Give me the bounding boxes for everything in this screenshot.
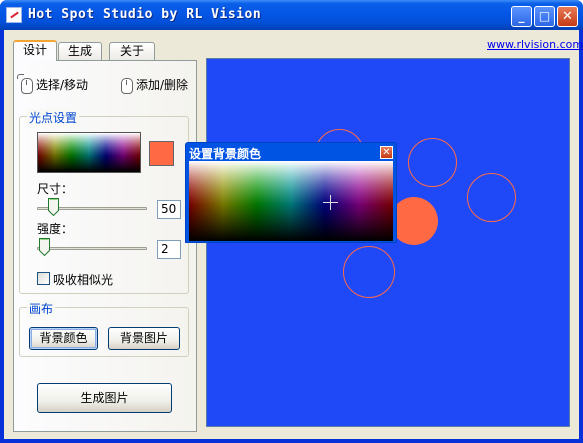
crosshair-icon — [323, 195, 338, 210]
intensity-slider-track[interactable] — [37, 247, 147, 250]
website-link[interactable]: www.rlvision.com — [487, 38, 583, 51]
size-label: 尺寸： — [37, 182, 74, 196]
minimize-button[interactable]: _ — [511, 6, 532, 27]
mouse-icon — [17, 73, 33, 94]
intensity-label: 强度： — [37, 222, 74, 236]
absorb-similar-checkbox[interactable] — [37, 272, 50, 285]
tab-generate[interactable]: 生成 — [58, 42, 102, 60]
dialog-close-button[interactable]: ✕ — [380, 146, 393, 159]
spot-color-swatch[interactable] — [149, 141, 174, 166]
add-delete-label: 添加/删除 — [136, 78, 189, 92]
hot-spot[interactable] — [467, 173, 516, 222]
close-button[interactable]: ✕ — [557, 6, 578, 27]
dialog-title: 设置背景颜色 — [189, 147, 262, 161]
intensity-slider-thumb[interactable] — [39, 238, 50, 256]
spot-color-spectrum[interactable] — [37, 132, 141, 173]
spot-settings-title: 光点设置 — [27, 109, 80, 126]
absorb-similar-label: 吸收相似光 — [53, 273, 114, 287]
selected-hot-spot[interactable] — [390, 197, 438, 245]
hot-spot[interactable] — [408, 138, 457, 187]
select-move-tool[interactable]: 选择/移动 — [17, 73, 89, 97]
background-image-button[interactable]: 背景图片 — [108, 327, 180, 350]
background-color-button[interactable]: 背景颜色 — [29, 327, 98, 350]
generate-image-button[interactable]: 生成图片 — [37, 383, 172, 413]
add-delete-tool[interactable]: 添加/删除 — [121, 75, 193, 97]
select-move-label: 选择/移动 — [36, 78, 89, 92]
size-value-field[interactable]: 50 — [157, 200, 181, 219]
tab-about[interactable]: 关于 — [109, 42, 155, 60]
background-color-spectrum[interactable] — [189, 161, 393, 241]
hot-spot[interactable] — [343, 246, 395, 298]
intensity-value-field[interactable]: 2 — [157, 240, 181, 259]
canvas-group-title: 画布 — [27, 300, 56, 317]
app-icon — [6, 7, 22, 23]
mouse-icon — [121, 77, 133, 94]
title-bar[interactable]: Hot Spot Studio by RL Vision _ □ ✕ — [0, 0, 583, 30]
background-color-dialog[interactable]: 设置背景颜色 ✕ — [185, 142, 397, 243]
size-slider-thumb[interactable] — [48, 198, 59, 216]
maximize-button[interactable]: □ — [534, 6, 555, 27]
tab-design[interactable]: 设计 — [13, 40, 57, 61]
window-title: Hot Spot Studio by RL Vision — [28, 7, 262, 22]
